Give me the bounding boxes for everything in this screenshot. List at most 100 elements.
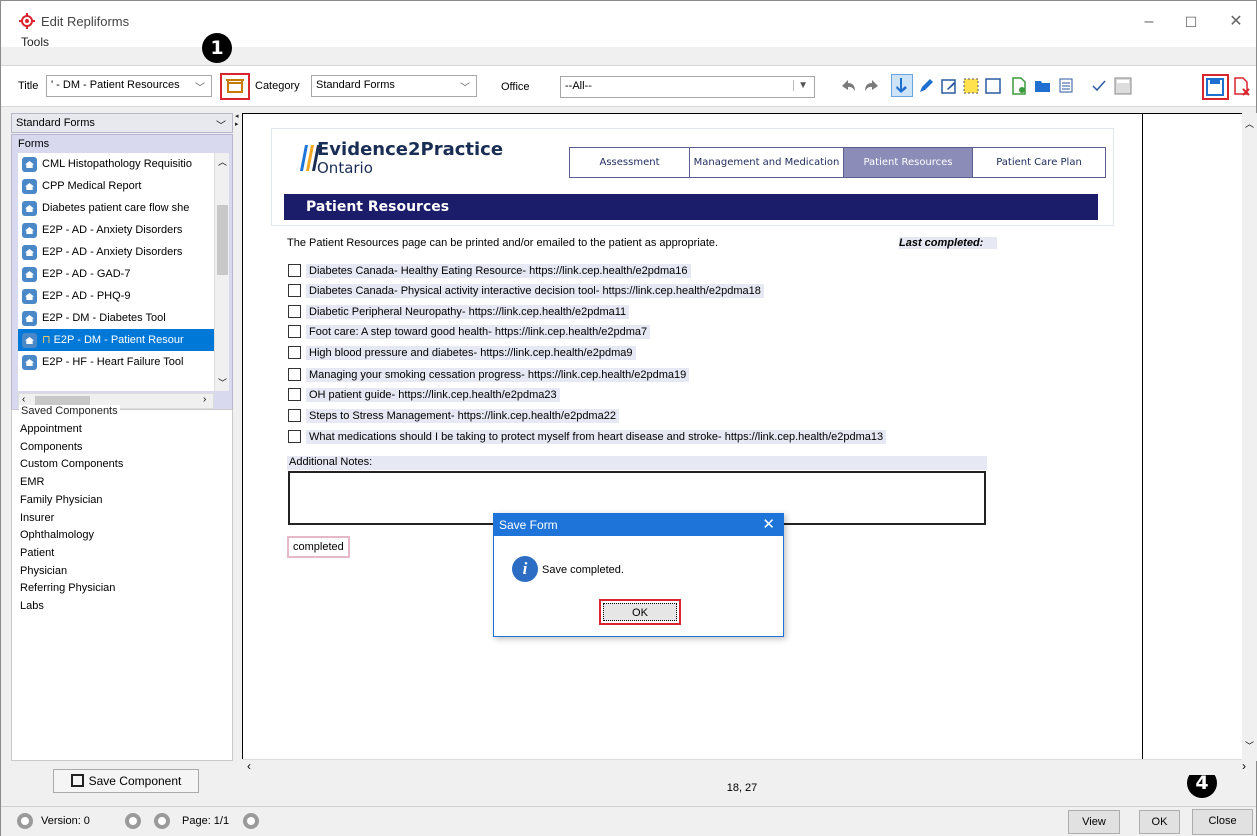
dialog-message: Save completed.	[542, 564, 624, 576]
tab-management-and-medication[interactable]: Management and Medication	[690, 148, 844, 177]
menu-tools[interactable]: Tools	[21, 35, 49, 49]
checkbox[interactable]	[288, 430, 301, 443]
next-page-icon[interactable]	[243, 813, 259, 829]
completed-field[interactable]: completed	[287, 536, 350, 558]
category-select[interactable]: Standard Forms ﹀	[311, 75, 477, 97]
resource-row[interactable]: What medications should I be taking to p…	[288, 428, 887, 445]
ok-button[interactable]: OK	[1139, 810, 1180, 834]
form-icon	[22, 245, 37, 260]
checkbox[interactable]	[288, 409, 301, 422]
scroll-up-icon[interactable]: ︿	[218, 155, 227, 168]
scroll-left-icon[interactable]: ‹	[22, 394, 25, 405]
resource-row[interactable]: Managing your smoking cessation progress…	[288, 366, 690, 383]
scroll-left-icon[interactable]: ‹	[247, 759, 251, 773]
forms-category-select[interactable]: Standard Forms ﹀	[11, 113, 233, 133]
list-item[interactable]: Custom Components	[20, 456, 123, 474]
pen-icon[interactable]	[916, 76, 936, 96]
canvas-horizontal-scrollbar[interactable]: ‹ ›	[242, 759, 1246, 775]
list-item[interactable]: Components	[20, 439, 123, 457]
save-button[interactable]	[1202, 74, 1229, 100]
resource-row[interactable]: Steps to Stress Management- https://link…	[288, 407, 619, 424]
patient-resources-button[interactable]	[220, 73, 250, 100]
checkbox[interactable]	[288, 284, 301, 297]
splitter-arrows-icon[interactable]: ◂ ▸	[235, 113, 239, 129]
list-item-selected[interactable]: ⊓ E2P - DM - Patient Resour	[18, 329, 214, 351]
undo-icon[interactable]	[839, 77, 857, 95]
list-item[interactable]: Diabetes patient care flow she	[18, 197, 214, 219]
scroll-right-icon[interactable]: ›	[203, 394, 206, 405]
rectangle-icon[interactable]	[983, 76, 1003, 96]
tab-patient-care-plan[interactable]: Patient Care Plan	[973, 148, 1105, 177]
list-item[interactable]: E2P - AD - Anxiety Disorders	[18, 241, 214, 263]
close-button[interactable]: Close	[1192, 809, 1253, 835]
tab-assessment[interactable]: Assessment	[570, 148, 690, 177]
calculator-icon[interactable]	[1112, 76, 1134, 96]
previous-page-icon[interactable]	[154, 813, 170, 829]
list-item[interactable]: CML Histopathology Requisitio	[18, 153, 214, 175]
resource-row[interactable]: Diabetic Peripheral Neuropathy- https://…	[288, 303, 630, 320]
list-item[interactable]: Referring Physician	[20, 580, 123, 598]
scrollbar-thumb[interactable]	[217, 205, 228, 275]
tab-patient-resources[interactable]: Patient Resources	[844, 148, 973, 177]
new-form-icon[interactable]	[1009, 76, 1029, 96]
resource-row[interactable]: Diabetes Canada- Healthy Eating Resource…	[288, 262, 691, 279]
checkbox[interactable]	[288, 368, 301, 381]
checkbox[interactable]	[288, 264, 301, 277]
dialog-ok-button[interactable]: OK	[599, 599, 681, 625]
spell-check-icon[interactable]	[1089, 76, 1109, 96]
checkbox[interactable]	[288, 346, 301, 359]
maximize-button[interactable]: ☐	[1176, 11, 1206, 33]
save-icon	[1206, 78, 1224, 96]
open-folder-icon[interactable]	[1033, 76, 1053, 96]
next-version-icon[interactable]	[125, 813, 141, 829]
close-icon[interactable]: ✕	[762, 514, 775, 536]
list-item[interactable]: E2P - DM - Diabetes Tool	[18, 307, 214, 329]
list-item[interactable]: Insurer	[20, 510, 123, 528]
resource-row[interactable]: Foot care: A step toward good health- ht…	[288, 323, 651, 340]
list-item[interactable]: Labs	[20, 598, 123, 616]
resource-row[interactable]: OH patient guide- https://link.cep.healt…	[288, 386, 560, 403]
office-select[interactable]: --All-- ▼	[560, 76, 815, 98]
checkbox[interactable]	[288, 325, 301, 338]
pointer-button[interactable]	[891, 74, 913, 97]
list-item[interactable]: Family Physician	[20, 492, 123, 510]
previous-version-icon[interactable]	[17, 813, 33, 829]
list-item[interactable]: E2P - HF - Heart Failure Tool	[18, 351, 214, 373]
resource-row[interactable]: Diabetes Canada- Physical activity inter…	[288, 282, 764, 299]
title-select[interactable]: ' - DM - Patient Resources ﹀	[46, 75, 212, 97]
scroll-right-icon[interactable]: ›	[1242, 759, 1246, 773]
delete-icon[interactable]	[1231, 76, 1253, 98]
checkbox[interactable]	[288, 388, 301, 401]
list-item[interactable]: Appointment	[20, 421, 123, 439]
view-button[interactable]: View	[1068, 810, 1120, 834]
resource-row[interactable]: High blood pressure and diabetes- https:…	[288, 344, 636, 361]
category-label: Category	[255, 80, 300, 92]
list-item[interactable]: Physician	[20, 563, 123, 581]
save-component-button[interactable]: Save Component	[53, 769, 199, 793]
list-item[interactable]: E2P - AD - Anxiety Disorders	[18, 219, 214, 241]
list-item-label: E2P - DM - Patient Resour	[53, 334, 184, 346]
list-item[interactable]: EMR	[20, 474, 123, 492]
chevron-down-icon: ﹀	[216, 121, 226, 132]
scroll-down-icon[interactable]: ﹀	[218, 376, 227, 389]
forms-category-value: Standard Forms	[16, 117, 95, 129]
minimize-button[interactable]: –	[1134, 11, 1164, 33]
list-item-label: E2P - AD - Anxiety Disorders	[42, 224, 183, 236]
list-item[interactable]: E2P - AD - GAD-7	[18, 263, 214, 285]
edit-box-icon[interactable]	[939, 76, 959, 96]
redo-icon[interactable]	[863, 77, 881, 95]
list-item[interactable]: CPP Medical Report	[18, 175, 214, 197]
checkbox[interactable]	[288, 305, 301, 318]
list-item-label: E2P - HF - Heart Failure Tool	[42, 356, 184, 368]
scroll-down-icon[interactable]: ﹀	[1245, 739, 1254, 752]
list-item[interactable]: E2P - AD - PHQ-9	[18, 285, 214, 307]
list-item-label: Diabetes patient care flow she	[42, 202, 190, 214]
select-area-icon[interactable]	[961, 76, 981, 96]
scroll-up-icon[interactable]: ︿	[1245, 117, 1254, 130]
list-item[interactable]: Patient	[20, 545, 123, 563]
copy-icon[interactable]	[1057, 76, 1077, 96]
canvas-vertical-scrollbar[interactable]: ︿ ﹀	[1242, 113, 1257, 761]
close-window-button[interactable]: ✕	[1221, 11, 1251, 33]
list-item[interactable]: Ophthalmology	[20, 527, 123, 545]
forms-vertical-scrollbar[interactable]: ︿ ﹀	[214, 153, 229, 391]
